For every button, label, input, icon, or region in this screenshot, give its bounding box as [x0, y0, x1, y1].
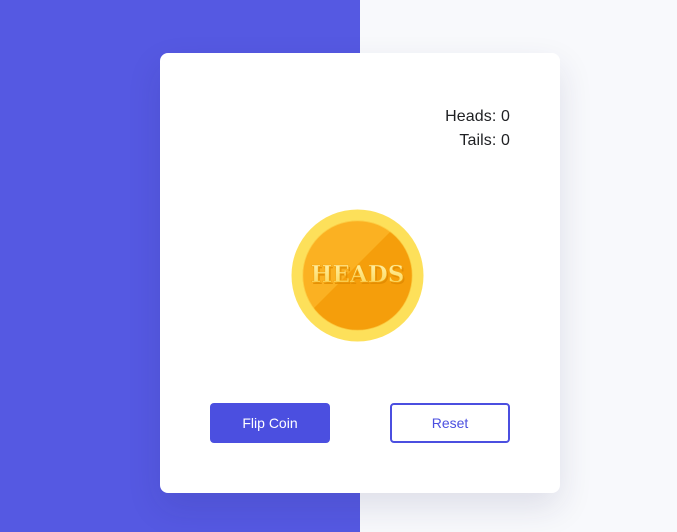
flip-coin-button[interactable]: Flip Coin: [210, 403, 330, 443]
coin-face-text: HEADS: [311, 261, 405, 288]
coin-graphic: HEADS HEADS: [291, 209, 424, 342]
heads-count: Heads: 0: [445, 108, 510, 125]
reset-button[interactable]: Reset: [390, 403, 510, 443]
tails-count: Tails: 0: [459, 132, 510, 149]
score-display: Heads: 0 Tails: 0: [445, 105, 510, 153]
coin-flip-card: Heads: 0 Tails: 0 HEADS HEADS Flip Coin …: [160, 53, 560, 493]
coin[interactable]: HEADS HEADS: [291, 209, 424, 342]
